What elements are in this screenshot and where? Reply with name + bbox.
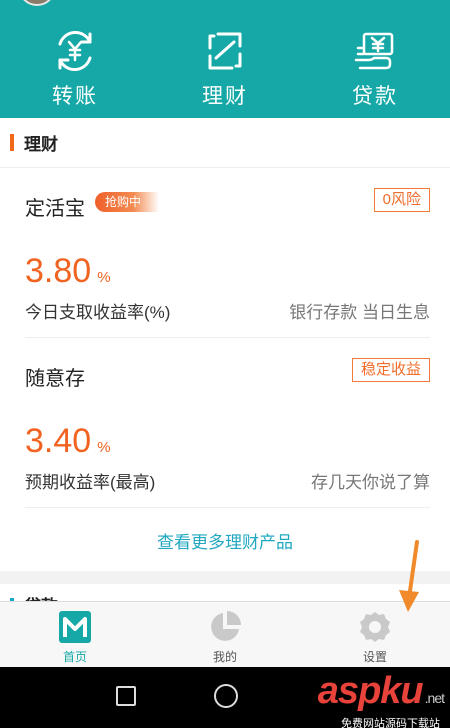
finance-icon — [208, 32, 242, 70]
rate-value: 3.80% — [25, 252, 111, 291]
bottom-tab-bar: 首页 我的 设置 — [0, 601, 450, 667]
rate-label: 预期收益率(最高) — [25, 473, 156, 492]
product-dinghuobao[interactable]: 定活宝 抢购中 0风险 3.80% 今日支取收益率(%) 银行存款 当日生息 — [25, 168, 430, 338]
stable-return-badge: 稳定收益 — [351, 358, 430, 382]
watermark-logo: aspku .net — [317, 670, 445, 717]
action-finance-label: 理财 — [202, 85, 248, 108]
finance-section-title: 理财 — [24, 135, 58, 154]
action-loan[interactable]: 贷款 — [300, 28, 450, 110]
more-products-link[interactable]: 查看更多理财产品 — [0, 508, 450, 572]
tab-home-label: 首页 — [62, 650, 87, 664]
rate-label: 今日支取收益率(%) — [25, 303, 171, 322]
action-finance[interactable]: 理财 — [150, 28, 300, 110]
hot-sale-tag: 抢购中 — [95, 192, 160, 212]
quick-actions: 转账 理财 贷款 — [0, 28, 450, 110]
product-name: 定活宝 — [25, 198, 85, 220]
product-description: 银行存款 当日生息 — [289, 303, 430, 322]
rate-unit: % — [97, 439, 111, 456]
tab-home[interactable]: 首页 — [0, 602, 150, 667]
product-suiyicun[interactable]: 随意存 稳定收益 3.40% 预期收益率(最高) 存几天你说了算 — [25, 338, 430, 508]
tab-settings[interactable]: 设置 — [300, 602, 450, 667]
action-transfer-label: 转账 — [52, 85, 98, 108]
watermark-ku: ku — [380, 670, 423, 712]
annotation-arrow-icon — [399, 540, 419, 612]
section-accent-bar — [10, 134, 14, 151]
rate-number: 3.80 — [25, 252, 92, 290]
rate-unit: % — [97, 269, 111, 286]
action-transfer[interactable]: 转账 — [0, 28, 150, 110]
finance-card: 理财 定活宝 抢购中 0风险 3.80% 今日支取收益率(%) 银行存款 当日生… — [0, 118, 450, 572]
tab-settings-label: 设置 — [362, 650, 387, 664]
action-loan-label: 贷款 — [352, 85, 398, 108]
avatar[interactable] — [18, 0, 56, 6]
product-name: 随意存 — [25, 368, 85, 390]
transfer-yuan-icon — [58, 31, 92, 71]
gear-icon — [360, 612, 390, 642]
home-m-icon — [59, 611, 91, 643]
rate-value: 3.40% — [25, 422, 111, 461]
tab-mine[interactable]: 我的 — [150, 602, 300, 667]
tab-mine-label: 我的 — [212, 650, 237, 664]
rate-number: 3.40 — [25, 422, 92, 460]
pie-chart-icon — [211, 611, 241, 641]
loan-icon — [354, 32, 394, 70]
risk-badge: 0风险 — [373, 188, 430, 212]
watermark-net: .net — [424, 690, 445, 706]
product-description: 存几天你说了算 — [311, 473, 430, 492]
home-button[interactable] — [214, 684, 238, 708]
finance-section-header: 理财 — [0, 118, 450, 168]
watermark-asp: asp — [317, 670, 381, 712]
recent-apps-button[interactable] — [116, 686, 136, 706]
site-watermark: aspku .net 免费网站源码下载站 — [317, 670, 445, 728]
header-bar: 转账 理财 贷款 — [0, 0, 450, 118]
